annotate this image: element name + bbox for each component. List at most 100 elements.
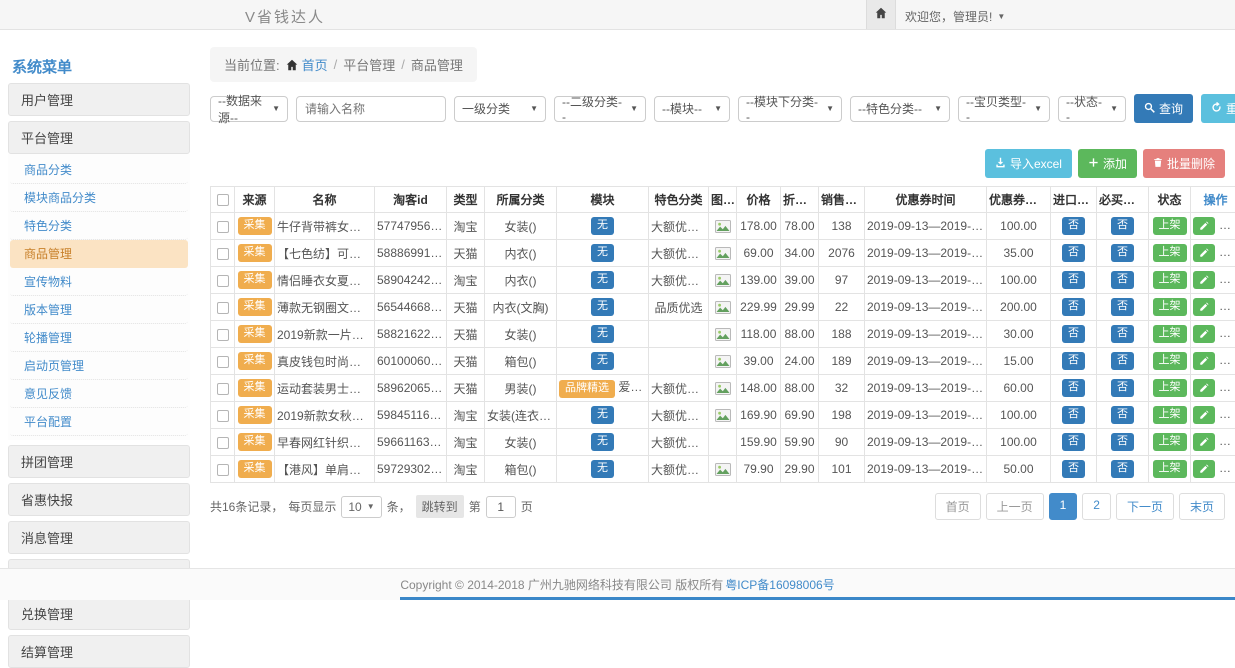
row-checkbox[interactable] (217, 302, 229, 314)
filter-select[interactable]: --模块下分类--▼ (738, 96, 842, 122)
must-buy-toggle[interactable]: 否 (1111, 379, 1134, 396)
sidebar-subitem[interactable]: 启动页管理 (10, 352, 188, 380)
module-badge[interactable]: 无 (591, 244, 614, 261)
import-toggle[interactable]: 否 (1062, 433, 1085, 450)
picture-icon[interactable] (715, 463, 731, 476)
breadcrumb-item-platform[interactable]: 平台管理 (343, 55, 395, 74)
sidebar-subitem[interactable]: 商品管理 (10, 240, 188, 268)
row-checkbox[interactable] (217, 275, 229, 287)
sidebar-item-6[interactable]: 兑换管理 (8, 597, 190, 630)
sidebar-subitem[interactable]: 意见反馈 (10, 380, 188, 408)
status-toggle[interactable]: 上架 (1153, 406, 1187, 423)
row-checkbox[interactable] (217, 356, 229, 368)
row-checkbox[interactable] (217, 437, 229, 449)
search-button[interactable]: 查询 (1134, 94, 1193, 123)
reset-button[interactable]: 重置 (1201, 94, 1235, 123)
filter-select[interactable]: --数据来源--▼ (210, 96, 288, 122)
pager-button[interactable]: 下一页 (1116, 493, 1174, 520)
picture-icon[interactable] (715, 382, 731, 395)
pager-button[interactable]: 首页 (935, 493, 981, 520)
home-shortcut-button[interactable] (866, 0, 896, 29)
filter-select[interactable]: --宝贝类型--▼ (958, 96, 1050, 122)
sidebar-subitem[interactable]: 模块商品分类 (10, 184, 188, 212)
import-toggle[interactable]: 否 (1062, 271, 1085, 288)
status-toggle[interactable]: 上架 (1153, 433, 1187, 450)
row-checkbox[interactable] (217, 221, 229, 233)
row-checkbox[interactable] (217, 410, 229, 422)
import-toggle[interactable]: 否 (1062, 460, 1085, 477)
picture-icon[interactable] (715, 328, 731, 341)
search-name-input[interactable] (296, 96, 446, 122)
edit-button[interactable] (1193, 433, 1215, 451)
picture-icon[interactable] (715, 220, 731, 233)
pager-button[interactable]: 末页 (1179, 493, 1225, 520)
must-buy-toggle[interactable]: 否 (1111, 298, 1134, 315)
icp-link[interactable]: 粤ICP备16098006号 (725, 576, 834, 593)
row-checkbox[interactable] (217, 248, 229, 260)
import-toggle[interactable]: 否 (1062, 217, 1085, 234)
module-badge[interactable]: 无 (591, 433, 614, 450)
filter-select[interactable]: --二级分类--▼ (554, 96, 646, 122)
status-toggle[interactable]: 上架 (1153, 217, 1187, 234)
add-button[interactable]: 添加 (1078, 149, 1137, 178)
edit-button[interactable] (1193, 298, 1215, 316)
module-badge[interactable]: 无 (591, 406, 614, 423)
jump-button[interactable]: 跳转到 (416, 495, 464, 518)
must-buy-toggle[interactable]: 否 (1111, 406, 1134, 423)
row-checkbox[interactable] (217, 464, 229, 476)
sidebar-item-3[interactable]: 省惠快报 (8, 483, 190, 516)
row-checkbox[interactable] (217, 383, 229, 395)
import-toggle[interactable]: 否 (1062, 406, 1085, 423)
edit-button[interactable] (1193, 271, 1215, 289)
must-buy-toggle[interactable]: 否 (1111, 244, 1134, 261)
import-toggle[interactable]: 否 (1062, 352, 1085, 369)
sidebar-subitem[interactable]: 版本管理 (10, 296, 188, 324)
per-page-select[interactable]: 10 ▼ (341, 496, 381, 518)
pager-button[interactable]: 2 (1082, 493, 1111, 520)
sidebar-subitem[interactable]: 宣传物料 (10, 268, 188, 296)
sidebar-item-2[interactable]: 拼团管理 (8, 445, 190, 478)
module-badge[interactable]: 无 (591, 325, 614, 342)
module-badge[interactable]: 品牌精选 (559, 380, 615, 397)
user-menu[interactable]: 欢迎您，管理员! ▼ (905, 8, 1005, 25)
row-checkbox[interactable] (217, 329, 229, 341)
must-buy-toggle[interactable]: 否 (1111, 217, 1134, 234)
sidebar-subitem[interactable]: 轮播管理 (10, 324, 188, 352)
status-toggle[interactable]: 上架 (1153, 460, 1187, 477)
bulk-delete-button[interactable]: 批量删除 (1143, 149, 1225, 178)
must-buy-toggle[interactable]: 否 (1111, 460, 1134, 477)
breadcrumb-home-link[interactable]: 首页 (286, 55, 328, 74)
filter-select[interactable]: --特色分类--▼ (850, 96, 950, 122)
import-toggle[interactable]: 否 (1062, 379, 1085, 396)
jump-page-input[interactable] (486, 496, 516, 518)
must-buy-toggle[interactable]: 否 (1111, 352, 1134, 369)
must-buy-toggle[interactable]: 否 (1111, 325, 1134, 342)
module-badge[interactable]: 无 (591, 352, 614, 369)
filter-select[interactable]: --状态--▼ (1058, 96, 1126, 122)
sidebar-subitem[interactable]: 商品分类 (10, 156, 188, 184)
import-toggle[interactable]: 否 (1062, 298, 1085, 315)
edit-button[interactable] (1193, 325, 1215, 343)
import-excel-button[interactable]: 导入excel (985, 149, 1072, 178)
filter-select[interactable]: 一级分类▼ (454, 96, 546, 122)
status-toggle[interactable]: 上架 (1153, 379, 1187, 396)
status-toggle[interactable]: 上架 (1153, 352, 1187, 369)
picture-icon[interactable] (715, 355, 731, 368)
status-toggle[interactable]: 上架 (1153, 325, 1187, 342)
module-badge[interactable]: 无 (591, 217, 614, 234)
module-badge[interactable]: 无 (591, 298, 614, 315)
picture-icon[interactable] (715, 301, 731, 314)
edit-button[interactable] (1193, 379, 1215, 397)
module-badge[interactable]: 无 (591, 460, 614, 477)
sidebar-subitem[interactable]: 平台配置 (10, 408, 188, 436)
sidebar-item-7[interactable]: 结算管理 (8, 635, 190, 668)
must-buy-toggle[interactable]: 否 (1111, 433, 1134, 450)
edit-button[interactable] (1193, 352, 1215, 370)
sidebar-item-0[interactable]: 用户管理 (8, 83, 190, 116)
select-all-checkbox[interactable] (217, 194, 229, 206)
sidebar-subitem[interactable]: 特色分类 (10, 212, 188, 240)
pager-button[interactable]: 上一页 (986, 493, 1044, 520)
module-badge[interactable]: 无 (591, 271, 614, 288)
sidebar-item-4[interactable]: 消息管理 (8, 521, 190, 554)
picture-icon[interactable] (715, 274, 731, 287)
